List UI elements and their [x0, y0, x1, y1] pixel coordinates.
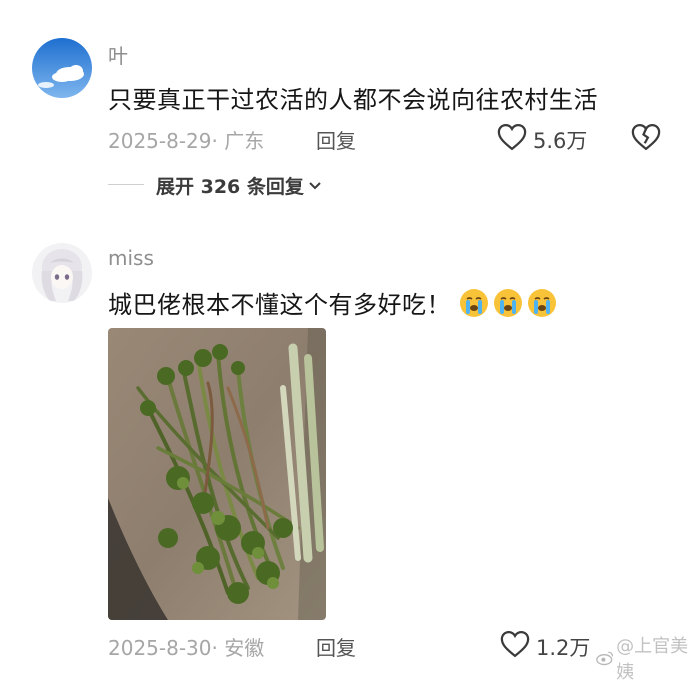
avatar-miss[interactable]	[32, 243, 92, 303]
comments-screen: { "comments": [ { "username": "叶", "text…	[0, 0, 690, 683]
crying-face-emoji-icon	[494, 288, 522, 317]
crying-face-emoji-icon	[460, 288, 488, 317]
like-button[interactable]	[500, 630, 530, 662]
crying-face-emoji-icon	[528, 288, 556, 317]
heart-icon	[497, 123, 527, 151]
comment-text: 城巴佬根本不懂这个有多好吃！	[108, 291, 451, 319]
expand-replies-label: 展开 326 条回复	[156, 176, 304, 198]
comment-date-location: 2025-8-29· 广东	[108, 129, 265, 153]
broken-heart-icon	[631, 123, 661, 151]
fern-sprouts-photo	[108, 328, 326, 620]
comment-username[interactable]: 叶	[108, 40, 128, 69]
comment-username[interactable]: miss	[108, 246, 154, 270]
reply-button[interactable]: 回复	[316, 632, 356, 661]
comment-photo[interactable]	[108, 328, 326, 620]
anime-avatar-image	[32, 243, 92, 303]
chevron-down-icon	[309, 181, 321, 189]
like-button[interactable]	[497, 123, 527, 155]
sky-avatar-image	[32, 38, 92, 98]
emoji-group	[459, 288, 557, 318]
expand-replies-button[interactable]: 展开 326 条回复	[156, 172, 322, 199]
like-count: 1.2万	[536, 636, 591, 660]
heart-icon	[500, 630, 530, 658]
weibo-logo-icon	[596, 651, 614, 666]
comment-date-location: 2025-8-30· 安徽	[108, 636, 265, 660]
comment-content-row: 城巴佬根本不懂这个有多好吃！	[108, 285, 557, 320]
avatar-ye[interactable]	[32, 38, 92, 98]
replies-divider	[108, 184, 144, 185]
comment-text: 只要真正干过农活的人都不会说向往农村生活	[108, 86, 598, 114]
dislike-button[interactable]	[631, 123, 661, 155]
like-count: 5.6万	[533, 129, 588, 153]
watermark-text: @上官美姨	[616, 636, 689, 683]
watermark: @上官美姨	[596, 632, 690, 684]
reply-button[interactable]: 回复	[316, 125, 356, 154]
